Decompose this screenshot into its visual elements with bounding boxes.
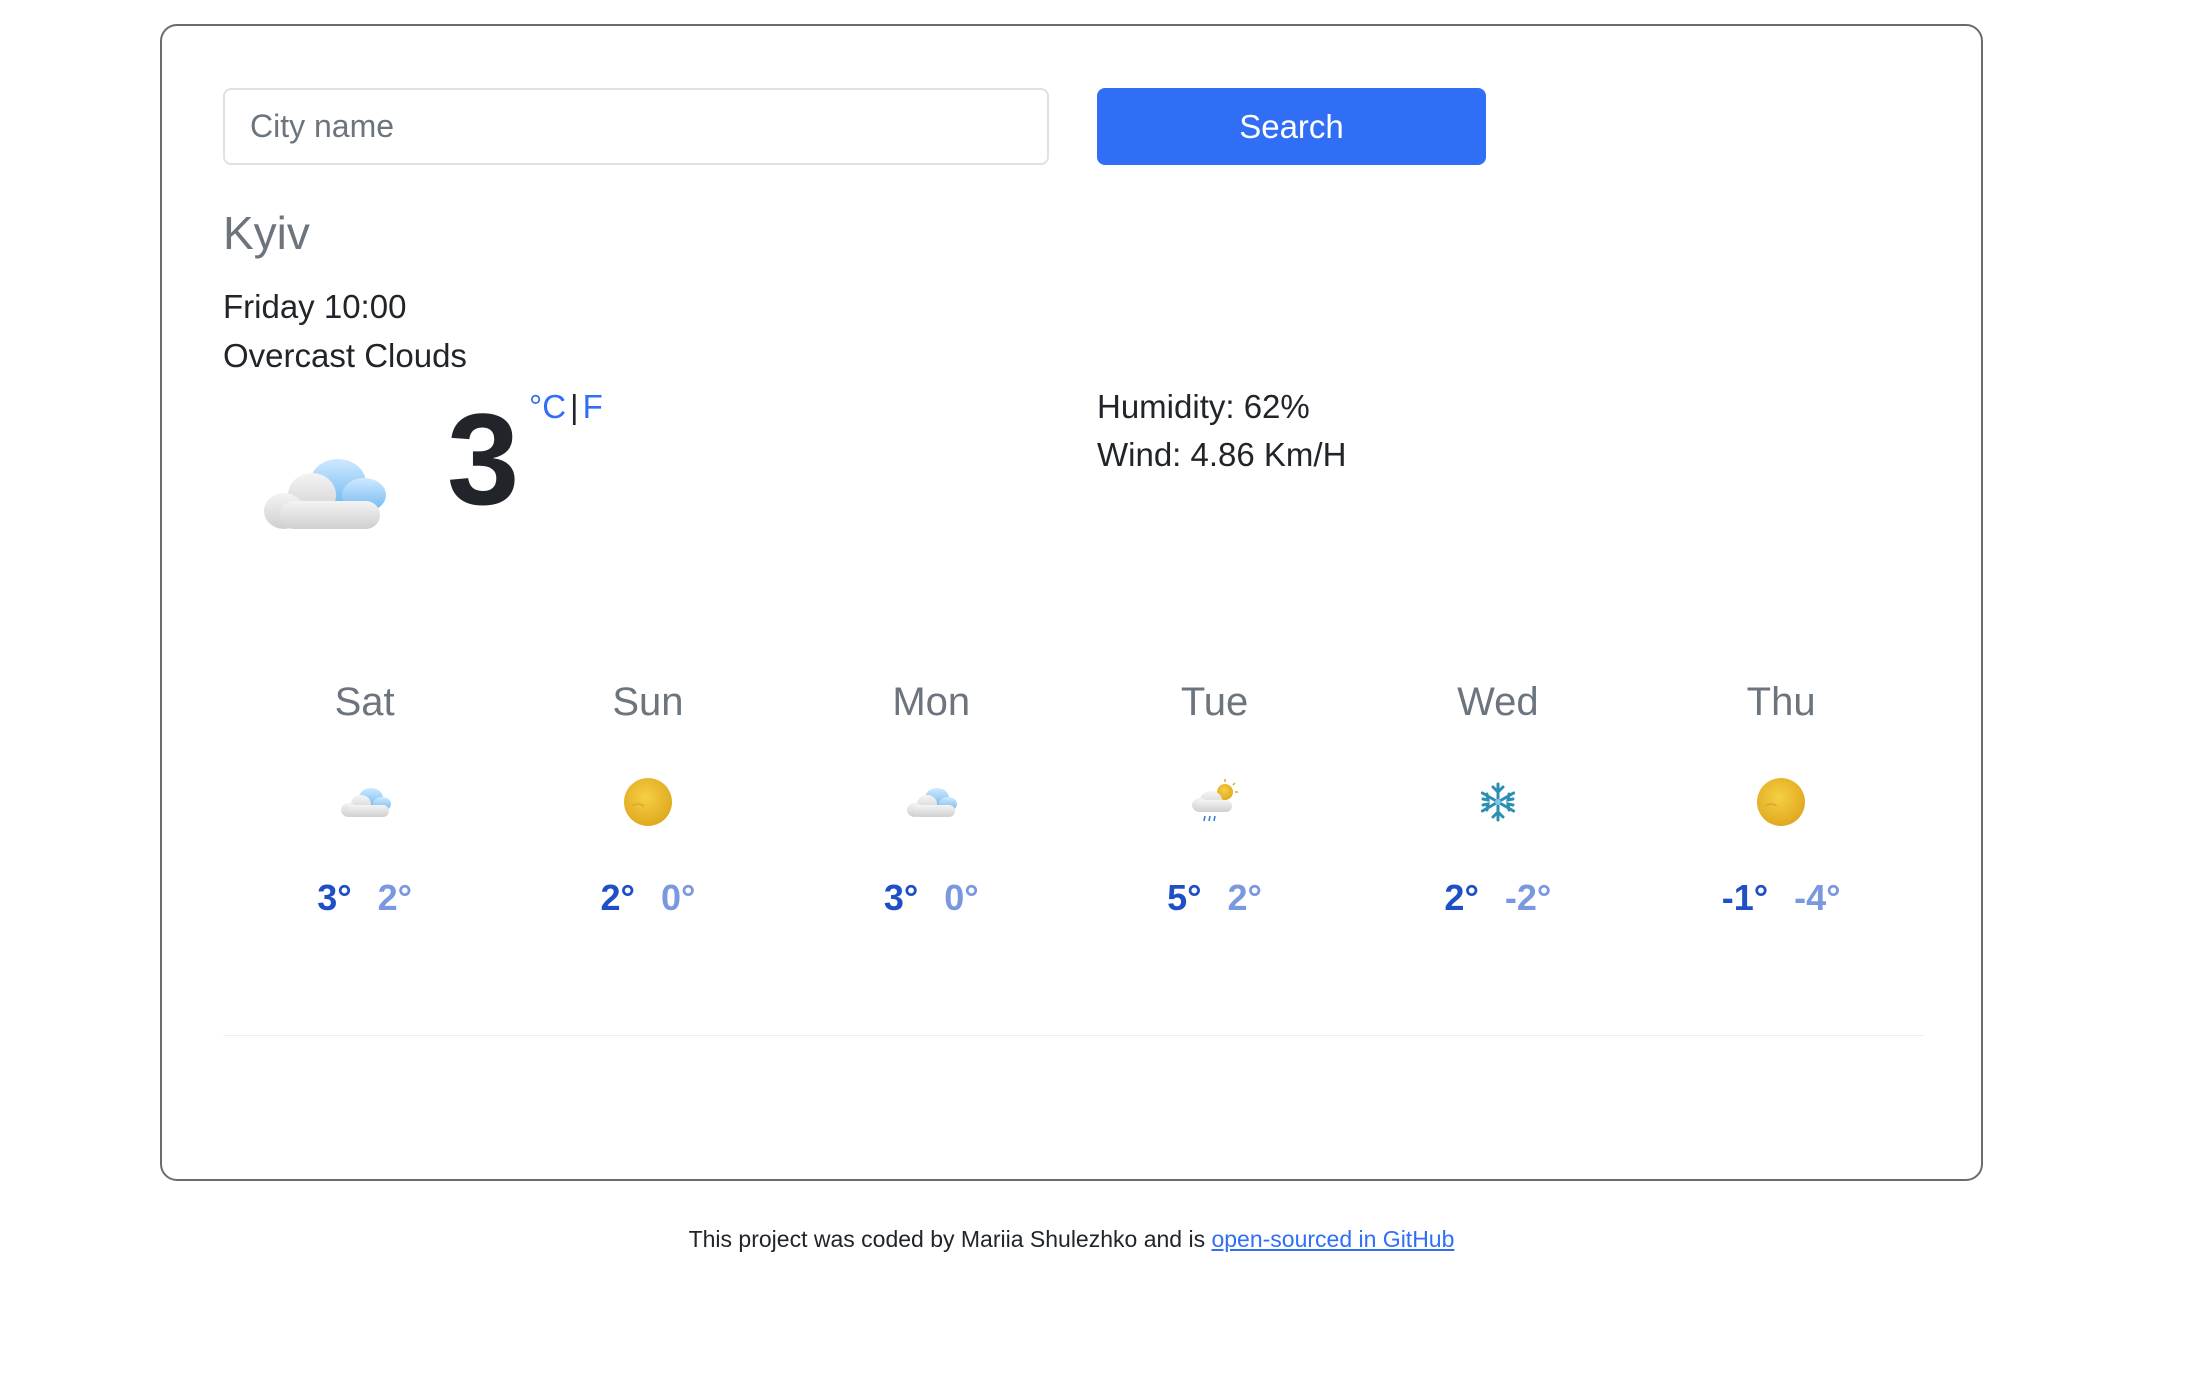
forecast-min-temp: -4° bbox=[1794, 877, 1841, 918]
overcast-clouds-icon bbox=[264, 459, 386, 529]
weather-description: Overcast Clouds bbox=[223, 337, 467, 374]
forecast-min-temp: 0° bbox=[944, 877, 979, 918]
forecast-day-name: Sat bbox=[334, 680, 395, 724]
forecast-day-name: Mon bbox=[892, 680, 971, 724]
current-temperature: 3 bbox=[447, 386, 520, 532]
forecast-max-temp: -1° bbox=[1721, 877, 1769, 918]
forecast-max-temp: 3° bbox=[883, 877, 919, 918]
forecast-max-temp: 3° bbox=[317, 877, 352, 918]
forecast-min-temp: -2° bbox=[1504, 877, 1552, 918]
rain-sun-cloud-icon bbox=[1191, 779, 1238, 822]
celsius-link[interactable]: °C bbox=[529, 388, 566, 425]
forecast: Sat 3° 2° Sun 2° 0° Mon 3° 0° Tue 5° 2° … bbox=[223, 658, 1923, 968]
snowflake-icon bbox=[1480, 782, 1515, 822]
fahrenheit-link[interactable]: F bbox=[583, 388, 603, 425]
forecast-day: Sun 2° 0° bbox=[506, 658, 789, 968]
weather-app: Search Kyiv Friday 10:00 Overcast Clouds… bbox=[160, 24, 1983, 1181]
footer-text: This project was coded by Mariia Shulezh… bbox=[688, 1226, 1212, 1252]
forecast-temps: 2° 0° bbox=[506, 877, 789, 919]
search-button[interactable]: Search bbox=[1097, 88, 1486, 165]
city-name: Kyiv bbox=[223, 207, 310, 259]
clouds-icon bbox=[907, 788, 958, 817]
city-search-input[interactable] bbox=[223, 88, 1049, 165]
forecast-day-name: Thu bbox=[1746, 680, 1816, 724]
forecast-max-temp: 2° bbox=[1444, 877, 1479, 918]
forecast-day-name: Sun bbox=[612, 680, 684, 724]
forecast-day-name: Tue bbox=[1180, 680, 1249, 724]
humidity: Humidity: 62% bbox=[1097, 388, 1310, 425]
forecast-min-temp: 2° bbox=[1227, 877, 1262, 918]
forecast-day: Wed 2° -2° bbox=[1356, 658, 1639, 968]
forecast-day: Mon 3° 0° bbox=[790, 658, 1073, 968]
forecast-day-name: Wed bbox=[1457, 680, 1539, 724]
github-link[interactable]: open-sourced in GitHub bbox=[1211, 1226, 1454, 1252]
unit-separator: | bbox=[570, 388, 579, 425]
forecast-min-temp: 0° bbox=[660, 877, 696, 918]
forecast-temps: 2° -2° bbox=[1356, 877, 1639, 919]
forecast-temps: 3° 0° bbox=[790, 877, 1073, 919]
footer: This project was coded by Mariia Shulezh… bbox=[0, 1226, 2143, 1253]
forecast-temps: -1° -4° bbox=[1639, 877, 1922, 919]
forecast-day: Sat 3° 2° bbox=[223, 658, 506, 968]
forecast-day: Tue 5° 2° bbox=[1073, 658, 1356, 968]
wind: Wind: 4.86 Km/H bbox=[1097, 436, 1347, 473]
forecast-min-temp: 2° bbox=[377, 877, 413, 918]
divider bbox=[223, 1035, 1923, 1036]
sun-icon bbox=[1757, 778, 1806, 826]
forecast-max-temp: 2° bbox=[600, 877, 635, 918]
sun-icon bbox=[623, 778, 672, 826]
forecast-temps: 3° 2° bbox=[223, 877, 506, 919]
forecast-temps: 5° 2° bbox=[1073, 877, 1356, 919]
clouds-icon bbox=[340, 788, 391, 817]
forecast-max-temp: 5° bbox=[1167, 877, 1202, 918]
unit-toggle: °C | F bbox=[529, 388, 603, 426]
current-datetime: Friday 10:00 bbox=[223, 288, 407, 325]
forecast-day: Thu -1° -4° bbox=[1639, 658, 1922, 968]
